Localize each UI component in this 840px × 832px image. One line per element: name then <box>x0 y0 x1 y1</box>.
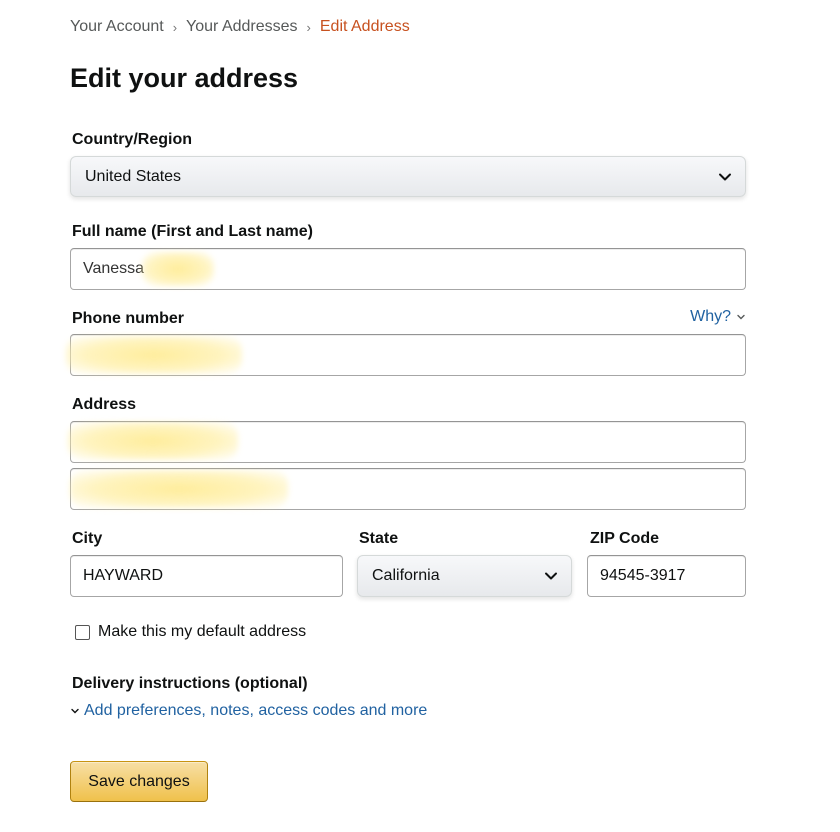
full-name-label: Full name (First and Last name) <box>72 223 313 240</box>
phone-label: Phone number <box>72 310 185 327</box>
breadcrumb-separator-icon: › <box>306 19 311 35</box>
why-link-label: Why? <box>690 308 731 325</box>
city-label: City <box>72 530 103 547</box>
breadcrumb: Your Account › Your Addresses › Edit Add… <box>70 18 410 36</box>
breadcrumb-separator-icon: › <box>172 19 178 35</box>
breadcrumb-your-account[interactable]: Your Account <box>70 18 164 36</box>
default-address-option[interactable]: Make this my default address <box>75 623 306 641</box>
redaction-mark <box>68 422 238 460</box>
why-link[interactable]: Why? <box>690 308 746 326</box>
redaction-mark <box>66 336 242 374</box>
redaction-mark <box>142 252 214 286</box>
country-value: United States <box>85 167 182 185</box>
save-changes-button[interactable]: Save changes <box>70 761 208 802</box>
full-name-value: Vanessa <box>83 260 145 277</box>
redaction-mark <box>70 470 288 508</box>
default-address-label: Make this my default address <box>98 623 307 640</box>
chevron-down-icon <box>545 572 557 580</box>
delivery-preferences-link-label: Add preferences, notes, access codes and… <box>84 702 428 719</box>
delivery-instructions-label: Delivery instructions (optional) <box>72 675 308 692</box>
city-value: HAYWARD <box>83 567 163 584</box>
address-label: Address <box>72 396 137 413</box>
page-title: Edit your address <box>70 63 299 93</box>
breadcrumb-your-addresses[interactable]: Your Addresses <box>186 18 297 36</box>
zip-input[interactable]: 94545-3917 <box>587 555 746 597</box>
zip-label: ZIP Code <box>590 530 660 547</box>
delivery-preferences-link[interactable]: Add preferences, notes, access codes and… <box>70 702 427 720</box>
chevron-down-icon <box>719 173 731 181</box>
country-label: Country/Region <box>72 131 192 148</box>
zip-value: 94545-3917 <box>600 567 686 584</box>
state-select[interactable]: California <box>357 555 572 597</box>
city-input[interactable]: HAYWARD <box>70 555 343 597</box>
country-select[interactable]: United States <box>70 156 746 197</box>
chevron-down-icon <box>737 314 745 320</box>
breadcrumb-current: Edit Address <box>319 18 410 35</box>
state-label: State <box>359 530 399 547</box>
default-address-checkbox[interactable] <box>75 624 90 640</box>
state-value: California <box>372 567 440 584</box>
chevron-down-icon <box>71 708 79 714</box>
